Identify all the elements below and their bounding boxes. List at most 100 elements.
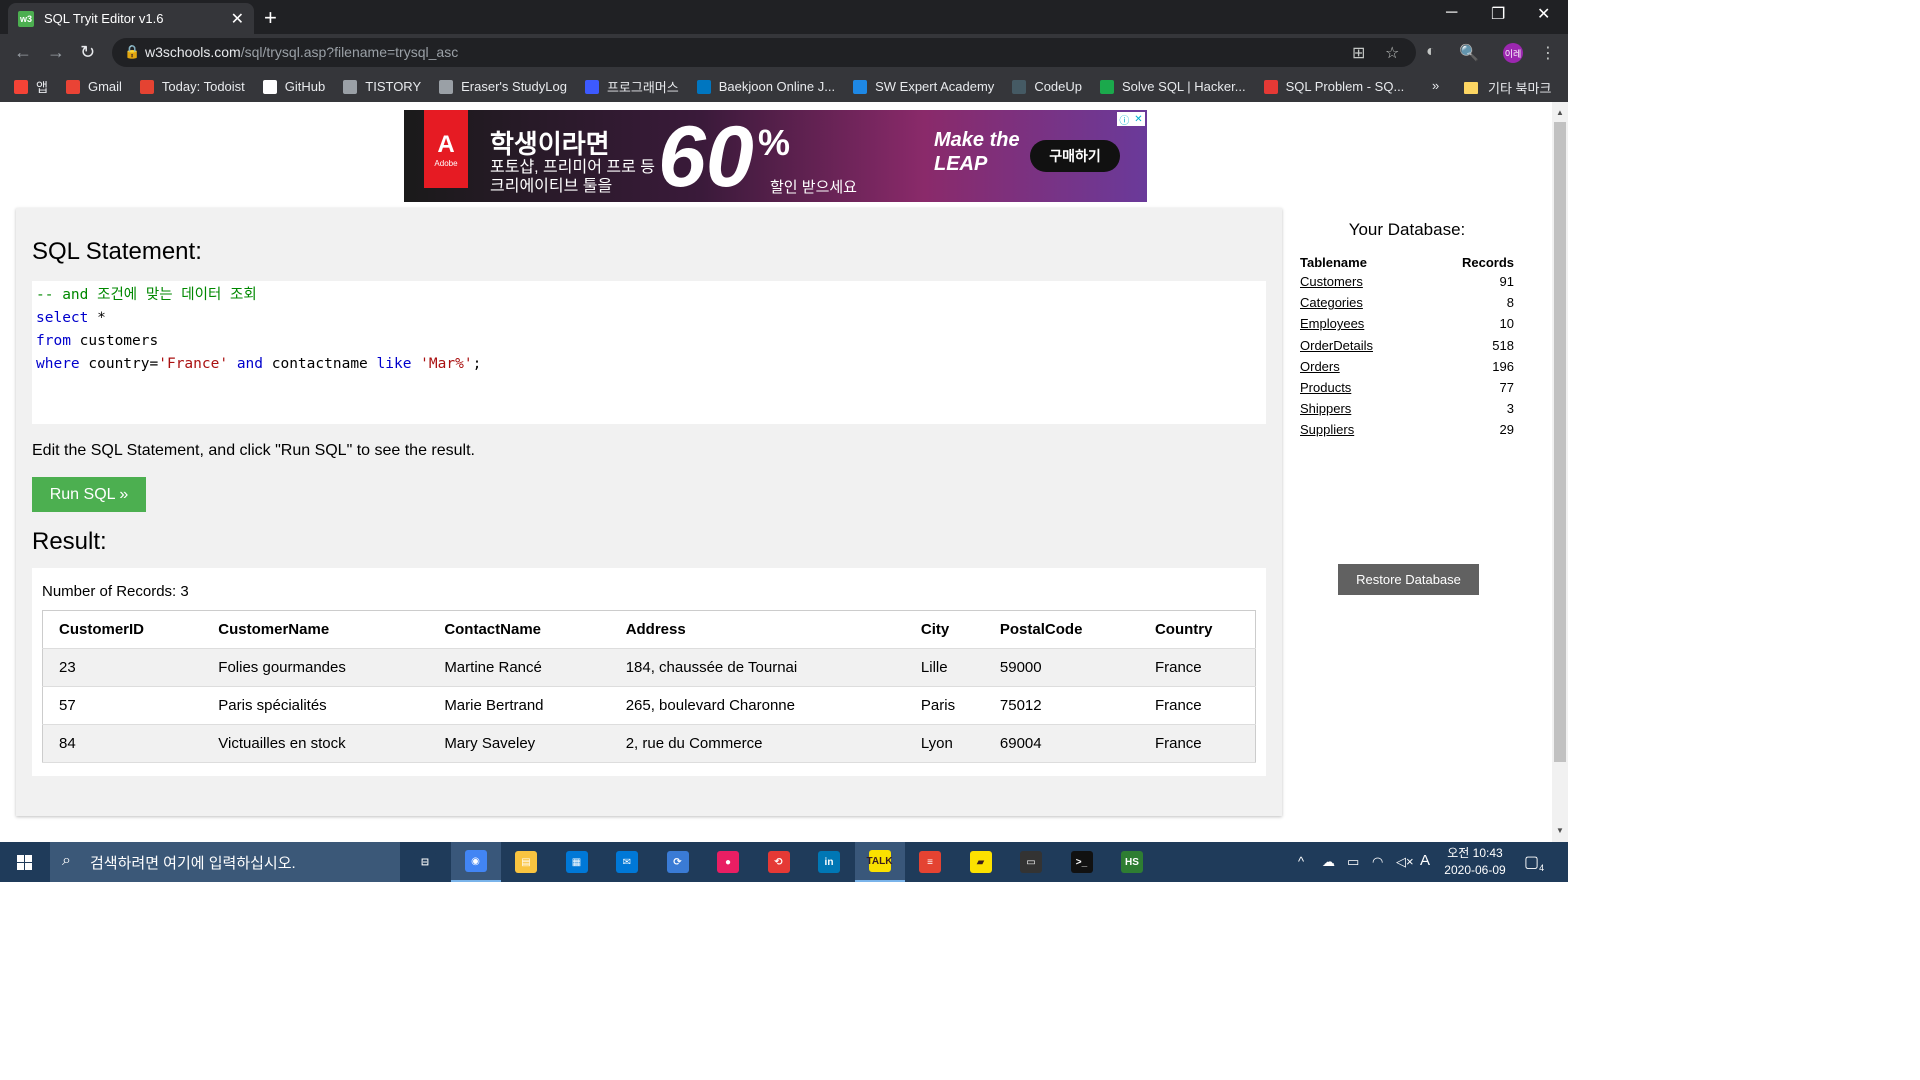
advertisement-banner[interactable]: A Adobe 학생이라면 포토샵, 프리미어 프로 등 크리에이티브 툴을 60… — [404, 110, 1147, 202]
tab-title: SQL Tryit Editor v1.6 — [44, 11, 164, 26]
browser-toolbar: ← → ↻ 🔒 w3schools.com/sql/trysql.asp?fil… — [0, 34, 1568, 71]
bookmark-item[interactable]: Today: Todoist — [139, 79, 245, 94]
bookmark-item[interactable]: CodeUp — [1012, 79, 1082, 94]
forward-icon[interactable]: → — [47, 42, 65, 63]
bookmark-item[interactable]: SW Expert Academy — [853, 79, 994, 94]
table-record-count: 91 — [1499, 274, 1514, 289]
notification-center-icon[interactable]: ▢4 — [1524, 852, 1544, 873]
sync-icon-glyph: ⟳ — [666, 851, 689, 873]
ad-choices-icon[interactable]: ⓘ ✕ — [1117, 112, 1145, 127]
tray-overflow-icon[interactable]: ^ — [1298, 854, 1304, 869]
bookmark-item[interactable]: Gmail — [65, 79, 122, 94]
sync-icon[interactable]: ⟳ — [653, 842, 703, 882]
restore-database-button[interactable]: Restore Database — [1338, 564, 1479, 595]
sql-code-editor[interactable]: -- and 조건에 맞는 데이터 조회 select * from custo… — [32, 281, 1266, 424]
restore-window-icon[interactable]: ❐ — [1491, 4, 1505, 24]
column-header: Address — [609, 610, 905, 649]
bookmark-item[interactable]: GitHub — [262, 79, 325, 94]
run-sql-button[interactable]: Run SQL » — [32, 477, 146, 512]
translate-icon[interactable]: ⊞ — [1352, 43, 1365, 63]
kakaotalk-icon-glyph: TALK — [867, 850, 892, 872]
bookmark-item[interactable]: Eraser's StudyLog — [439, 79, 567, 94]
column-header: CustomerID — [42, 610, 203, 649]
github-icon — [262, 79, 277, 94]
ad-buy-button[interactable]: 구매하기 — [1030, 140, 1120, 172]
bookmark-item[interactable]: 프로그래머스 — [584, 77, 679, 96]
bookmark-item[interactable]: 앱 — [14, 77, 48, 96]
volume-mute-icon[interactable]: ◁× — [1396, 854, 1414, 870]
table-cell: Folies gourmandes — [202, 648, 429, 687]
battery-icon[interactable]: ▭ — [1347, 854, 1359, 870]
chrome-icon[interactable]: ◉ — [450, 842, 501, 882]
extension-icon[interactable]: ◐ — [1426, 43, 1436, 61]
start-button[interactable] — [0, 842, 48, 882]
new-tab-icon[interactable]: + — [264, 5, 277, 31]
profile-avatar[interactable]: 이레 — [1503, 43, 1523, 63]
search-extension-icon[interactable]: 🔍 — [1459, 43, 1479, 63]
bookmark-item[interactable]: Baekjoon Online J... — [696, 79, 835, 94]
column-header: Country — [1138, 610, 1256, 649]
result-heading: Result: — [32, 528, 107, 555]
column-header: CustomerName — [202, 610, 429, 649]
table-link-categories[interactable]: Categories — [1300, 295, 1363, 310]
browser-titlebar: w3 SQL Tryit Editor v1.6 ✕ + ─ ❐ ✕ — [0, 0, 1568, 34]
table-cell: 69004 — [983, 724, 1139, 763]
bookmark-item[interactable]: TISTORY — [343, 79, 421, 94]
table-link-orderdetails[interactable]: OrderDetails — [1300, 338, 1373, 353]
bookmark-item[interactable]: SQL Problem - SQ... — [1263, 79, 1404, 94]
menu-kebab-icon[interactable]: ⋮ — [1540, 43, 1556, 63]
taskbar-search-placeholder: 검색하려면 여기에 입력하십시오. — [90, 854, 296, 872]
mail-icon[interactable]: ✉ — [602, 842, 652, 882]
back-icon[interactable]: ← — [14, 42, 32, 63]
bookmark-star-icon[interactable]: ☆ — [1385, 43, 1399, 63]
address-bar[interactable]: 🔒 w3schools.com/sql/trysql.asp?filename=… — [112, 38, 1416, 67]
cmd-icon[interactable]: >_ — [1057, 842, 1107, 882]
file-explorer-icon[interactable]: ▤ — [501, 842, 551, 882]
minimize-icon[interactable]: ─ — [1446, 4, 1457, 22]
ime-indicator[interactable]: A — [1420, 852, 1430, 869]
table-link-products[interactable]: Products — [1300, 380, 1351, 395]
scroll-up-icon[interactable]: ▲ — [1556, 108, 1564, 117]
folder-icon — [1464, 81, 1478, 94]
onedrive-icon[interactable]: ☁ — [1322, 854, 1335, 870]
apps-grid-icon — [14, 79, 28, 94]
table-link-employees[interactable]: Employees — [1300, 316, 1364, 331]
reload-icon[interactable]: ↻ — [80, 42, 95, 63]
tab-close-icon[interactable]: ✕ — [231, 9, 244, 29]
other-bookmarks[interactable]: 기타 북마크 — [1464, 78, 1551, 97]
sticky-notes-icon[interactable]: ▰ — [956, 842, 1006, 882]
table-link-orders[interactable]: Orders — [1300, 359, 1340, 374]
bookmarks-bar: 앱 Gmail Today: Todoist GitHub TISTORY Eraser'… — [0, 71, 1568, 102]
linkedin-icon[interactable]: in — [804, 842, 854, 882]
page-scrollbar[interactable]: ▲ ▼ — [1552, 102, 1568, 842]
table-link-suppliers[interactable]: Suppliers — [1300, 422, 1354, 437]
bookmark-item[interactable]: Solve SQL | Hacker... — [1100, 79, 1246, 94]
kakaotalk-icon[interactable]: TALK — [854, 842, 905, 882]
task-view-icon[interactable]: ⊟ — [400, 842, 450, 882]
scroll-down-icon[interactable]: ▼ — [1556, 826, 1564, 835]
bug-icon — [1263, 79, 1278, 94]
scrollbar-thumb[interactable] — [1554, 122, 1566, 762]
terminal-icon[interactable]: ▭ — [1006, 842, 1056, 882]
close-window-icon[interactable]: ✕ — [1537, 4, 1550, 24]
url-text: w3schools.com/sql/trysql.asp?filename=tr… — [145, 44, 459, 60]
sql-statement-heading: SQL Statement: — [32, 238, 202, 265]
taskbar-search[interactable]: ⌕ 검색하려면 여기에 입력하십시오. — [50, 842, 400, 882]
table-cell: 84 — [42, 724, 203, 763]
wifi-icon[interactable]: ◠ — [1372, 854, 1383, 870]
sync-red-icon[interactable]: ⟲ — [754, 842, 804, 882]
taskbar-clock[interactable]: 오전 10:43 2020-06-09 — [1440, 845, 1510, 879]
hs-icon[interactable]: HS — [1107, 842, 1157, 882]
bookmark-label: TISTORY — [365, 79, 422, 94]
chat-icon[interactable]: ● — [703, 842, 753, 882]
table-link-customers[interactable]: Customers — [1300, 274, 1363, 289]
sync-red-icon-glyph: ⟲ — [767, 851, 790, 873]
todoist-taskbar-icon[interactable]: ≡ — [905, 842, 955, 882]
linkedin-icon-glyph: in — [818, 851, 840, 873]
store-icon[interactable]: ▦ — [552, 842, 602, 882]
browser-tab-active[interactable]: w3 SQL Tryit Editor v1.6 ✕ — [8, 3, 254, 34]
database-table-row: Shippers 3 — [1300, 401, 1514, 422]
bookmarks-overflow-icon[interactable]: » — [1432, 78, 1439, 93]
table-link-shippers[interactable]: Shippers — [1300, 401, 1351, 416]
code-line: where country='France' and contactname l… — [36, 356, 482, 372]
